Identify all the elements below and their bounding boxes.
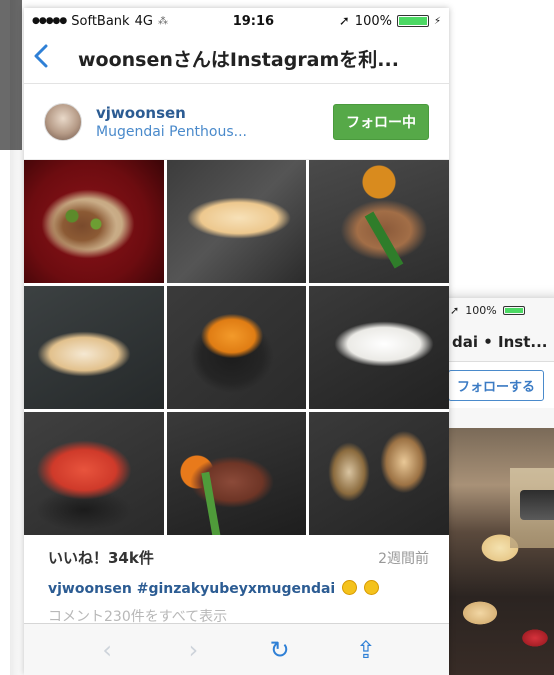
page-title: woonsenさんはInstagramを利... <box>78 49 399 71</box>
likes-count[interactable]: いいね！34k件 <box>48 547 154 568</box>
caption-text[interactable]: vjwoonsen #ginzakyubeyxmugendai <box>48 581 335 597</box>
photo-tile[interactable] <box>166 160 307 283</box>
back-arrow-icon[interactable]: ‹ <box>87 638 127 662</box>
background-shadow <box>10 0 24 675</box>
status-bar: ●●●●● SoftBank 4G ⁂ 19:16 ➚ 100% ⚡ <box>24 8 449 34</box>
forward-arrow-icon[interactable]: › <box>173 638 213 662</box>
profile-header: vjwoonsen Mugendai Penthous... フォロー中 <box>24 84 449 160</box>
charging-icon: ⚡ <box>433 15 441 27</box>
photo-tile[interactable] <box>309 286 449 409</box>
photo-tile[interactable] <box>309 412 449 535</box>
view-comments-link[interactable]: コメント230件をすべて表示 <box>24 597 449 626</box>
photo-tile[interactable] <box>166 412 307 535</box>
activity-icon: ⁂ <box>157 15 168 27</box>
back-battery-icon <box>502 305 525 315</box>
username-link[interactable]: vjwoonsen <box>96 104 333 122</box>
status-time: 19:16 <box>232 13 275 29</box>
instagram-screenshot: ●●●●● SoftBank 4G ⁂ 19:16 ➚ 100% ⚡ woons… <box>24 8 449 675</box>
location-icon: ➚ <box>338 13 350 29</box>
chevron-left-svg <box>34 44 48 68</box>
back-page-title: dai • Inst... <box>440 322 554 362</box>
photo-tile[interactable] <box>166 286 307 409</box>
photo-grid <box>24 160 449 535</box>
photo-tile[interactable] <box>309 160 449 283</box>
photo-tile[interactable] <box>24 286 164 409</box>
navigation-bar: woonsenさんはInstagramを利... <box>24 34 449 84</box>
battery-percent: 100% <box>354 13 392 29</box>
back-photo <box>440 428 554 675</box>
location-link[interactable]: Mugendai Penthous... <box>96 124 333 140</box>
post-caption: vjwoonsen #ginzakyubeyxmugendai <box>24 568 449 597</box>
profile-text: vjwoonsen Mugendai Penthous... <box>96 104 333 140</box>
photo-tile[interactable] <box>24 412 164 535</box>
background-screenshot: ➚ 100% dai • Inst... フォローする <box>440 298 554 675</box>
back-follow-button[interactable]: フォローする <box>448 369 545 401</box>
carrier-label: SoftBank <box>71 13 130 29</box>
following-button[interactable]: フォロー中 <box>333 103 429 140</box>
back-location-icon: ➚ <box>450 303 460 317</box>
battery-icon <box>396 15 429 27</box>
post-time: 2週間前 <box>378 550 429 567</box>
avatar[interactable] <box>44 102 82 141</box>
share-icon[interactable]: ⇪ <box>346 638 386 662</box>
back-status-bar: ➚ 100% <box>440 298 554 322</box>
chevron-left-icon[interactable] <box>34 44 78 73</box>
photo-tile[interactable] <box>24 160 164 283</box>
reload-icon[interactable]: ↻ <box>260 638 300 662</box>
back-battery-text: 100% <box>465 303 497 317</box>
browser-toolbar: ‹ › ↻ ⇪ <box>24 623 449 675</box>
post-meta: いいね！34k件 2週間前 <box>24 535 449 568</box>
smile-emoji-icon <box>363 580 379 595</box>
back-follow-row: フォローする <box>440 362 554 408</box>
signal-icon: ●●●●● <box>32 16 67 26</box>
network-label: 4G <box>134 13 153 29</box>
smile-emoji-icon <box>342 580 358 595</box>
